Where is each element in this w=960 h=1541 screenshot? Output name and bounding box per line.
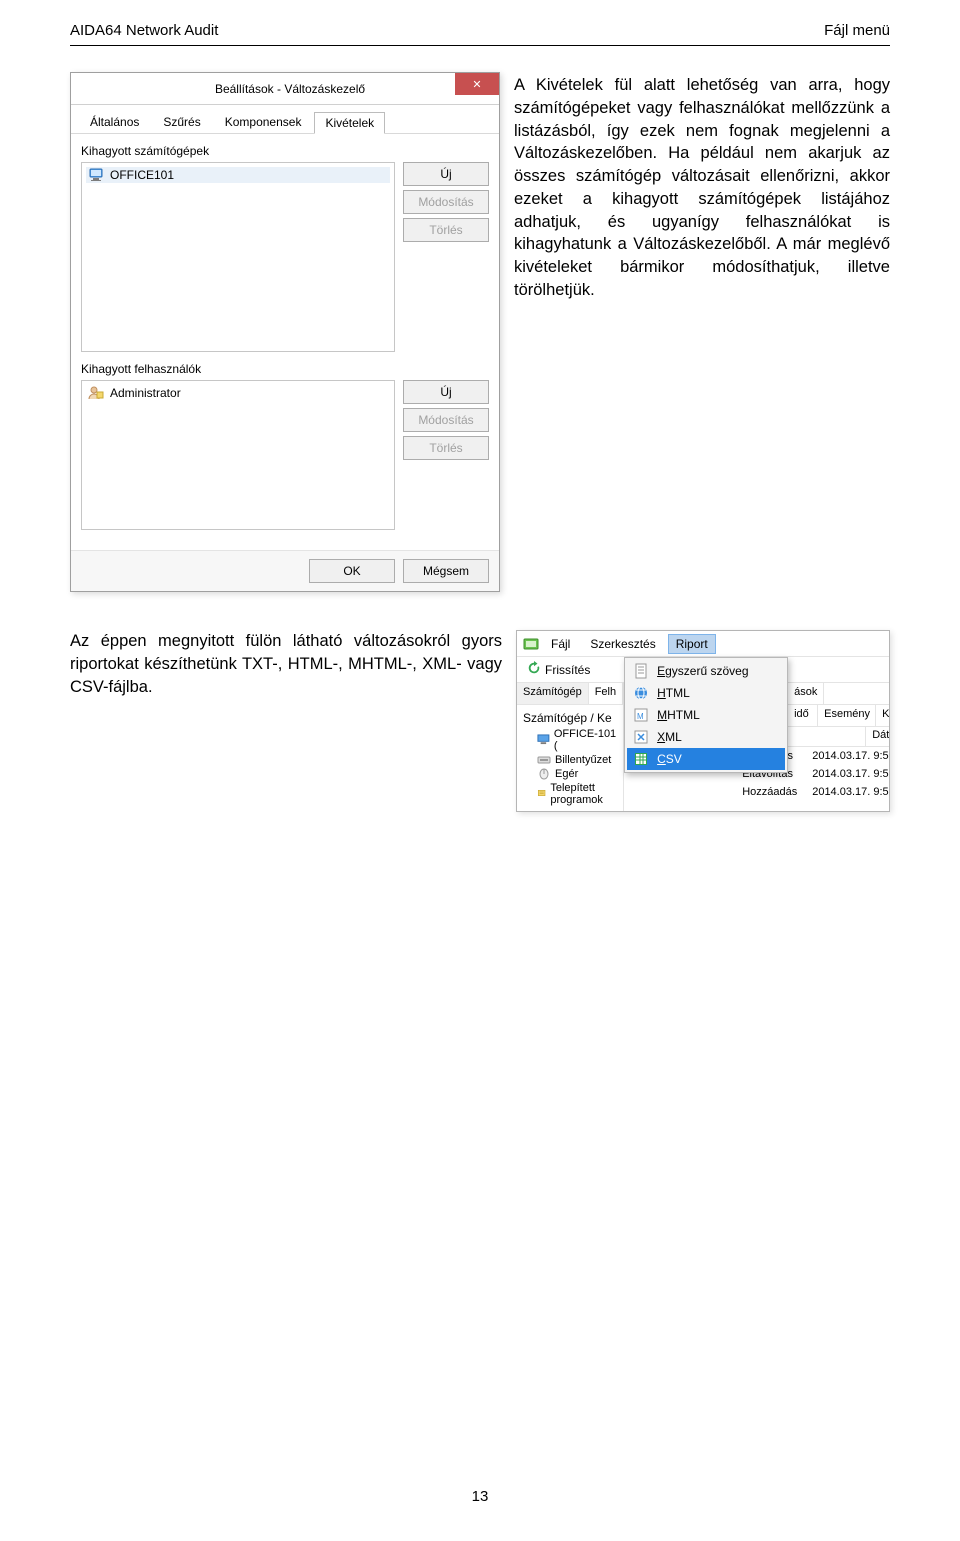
left-panel: Számítógép Felh Számítógép / Ke OFFICE-1…	[517, 683, 624, 811]
list-item[interactable]: Administrator	[86, 385, 390, 401]
dropdown-label: HTML	[657, 686, 690, 700]
computer-icon	[88, 168, 104, 182]
refresh-label: Frissítés	[545, 663, 590, 677]
refresh-icon	[527, 661, 541, 678]
ok-button[interactable]: OK	[309, 559, 395, 583]
dropdown-label: Egyszerű szöveg	[657, 664, 748, 678]
new-user-button[interactable]: Új	[403, 380, 489, 404]
dropdown-item-html[interactable]: HTML	[627, 682, 785, 704]
menu-report[interactable]: Riport	[668, 634, 716, 654]
dropdown-item-xml[interactable]: XML	[627, 726, 785, 748]
left-tab-computer[interactable]: Számítógép	[517, 683, 589, 704]
section-users-label: Kihagyott felhasználók	[81, 362, 489, 376]
user-icon	[88, 386, 104, 400]
dialog-tabs: Általános Szűrés Komponensek Kivételek	[71, 105, 499, 134]
dropdown-item-csv[interactable]: CSV	[627, 748, 785, 770]
delete-computer-button[interactable]: Törlés	[403, 218, 489, 242]
settings-dialog: Beállítások - Változáskezelő ✕ Általános…	[70, 72, 500, 592]
html-icon	[633, 685, 649, 701]
tree-item-programs[interactable]: Telepített programok	[523, 781, 617, 807]
menubar: Fájl Szerkesztés Riport	[517, 631, 889, 657]
dropdown-item-text[interactable]: Egyszerű szöveg	[627, 660, 785, 682]
tree-item-mouse[interactable]: Egér	[523, 767, 617, 781]
refresh-button[interactable]: Frissítés	[523, 659, 594, 680]
dropdown-label: MHTML	[657, 708, 700, 722]
edit-user-button[interactable]: Módosítás	[403, 408, 489, 432]
list-item[interactable]: OFFICE101	[86, 167, 390, 183]
close-icon: ✕	[472, 78, 481, 91]
table-row[interactable]: Hozzáadás2014.03.17. 9:52:00	[634, 783, 890, 801]
list-item-label: Administrator	[110, 386, 181, 400]
tab-filter[interactable]: Szűrés	[152, 111, 211, 133]
svg-text:M: M	[637, 712, 644, 721]
menu-file[interactable]: Fájl	[543, 634, 578, 654]
keyboard-icon	[537, 754, 551, 766]
right-panel: Egyszerű szöveg HTML M MHTM	[624, 683, 890, 811]
tab-components[interactable]: Komponensek	[214, 111, 313, 133]
tab-general[interactable]: Általános	[79, 111, 150, 133]
dialog-titlebar: Beállítások - Változáskezelő ✕	[71, 73, 499, 105]
report-dropdown: Egyszerű szöveg HTML M MHTM	[624, 657, 788, 773]
close-button[interactable]: ✕	[455, 73, 499, 95]
app-icon	[523, 636, 539, 652]
app-window: Fájl Szerkesztés Riport Frissítés Számít…	[516, 630, 890, 812]
programs-icon	[537, 788, 546, 800]
new-computer-button[interactable]: Új	[403, 162, 489, 186]
dialog-title: Beállítások - Változáskezelő	[81, 82, 499, 96]
dropdown-label: CSV	[657, 752, 682, 766]
mhtml-icon: M	[633, 707, 649, 723]
paragraph-1: A Kivételek fül alatt lehetőség van arra…	[514, 72, 890, 302]
mouse-icon	[537, 768, 551, 780]
tree: Számítógép / Ke OFFICE-101 (	[517, 705, 623, 811]
text-file-icon	[633, 663, 649, 679]
users-listbox[interactable]: Administrator	[81, 380, 395, 530]
dropdown-item-mhtml[interactable]: M MHTML	[627, 704, 785, 726]
page-number: 13	[0, 1488, 960, 1505]
delete-user-button[interactable]: Törlés	[403, 436, 489, 460]
tree-item-keyboard[interactable]: Billentyűzet	[523, 753, 617, 767]
tree-header: Számítógép / Ke	[523, 709, 617, 727]
dropdown-label: XML	[657, 730, 682, 744]
csv-icon	[633, 751, 649, 767]
list-item-label: OFFICE101	[110, 168, 174, 182]
menu-edit[interactable]: Szerkesztés	[582, 634, 663, 654]
computers-listbox[interactable]: OFFICE101	[81, 162, 395, 352]
computer-icon	[537, 734, 550, 746]
section-computers-label: Kihagyott számítógépek	[81, 144, 489, 158]
tab-exceptions[interactable]: Kivételek	[314, 112, 385, 134]
header-right: Fájl menü	[824, 22, 890, 39]
header-left: AIDA64 Network Audit	[70, 22, 218, 39]
edit-computer-button[interactable]: Módosítás	[403, 190, 489, 214]
cancel-button[interactable]: Mégsem	[403, 559, 489, 583]
paragraph-2: Az éppen megnyitott fülön látható változ…	[70, 630, 502, 698]
tree-item-pc[interactable]: OFFICE-101 (	[523, 727, 617, 753]
dialog-footer: OK Mégsem	[71, 550, 499, 591]
xml-icon	[633, 729, 649, 745]
left-tab-user[interactable]: Felh	[589, 683, 623, 704]
page-header: AIDA64 Network Audit Fájl menü	[0, 0, 960, 43]
